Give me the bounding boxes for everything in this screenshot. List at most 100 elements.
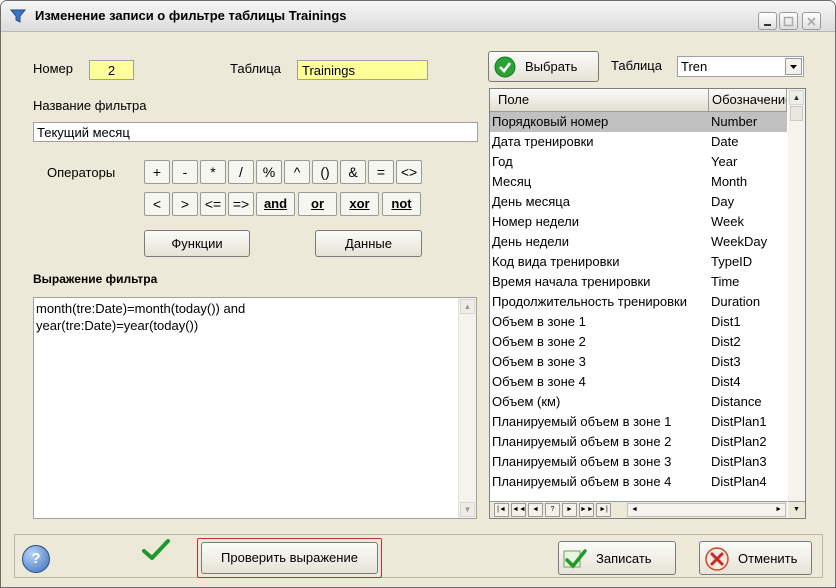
dropdown-arrow-button[interactable] [785, 58, 802, 75]
window-title: Изменение записи о фильтре таблицы Train… [35, 8, 347, 23]
navigator-button[interactable]: |◄ [494, 503, 509, 517]
table-row[interactable]: Планируемый объем в зоне 3 DistPlan3 [490, 452, 787, 472]
table-row[interactable]: День недели WeekDay [490, 232, 787, 252]
operator-button[interactable]: * [200, 160, 226, 184]
table-row[interactable]: Продолжительность тренировки Duration [490, 292, 787, 312]
table-field[interactable]: Trainings [297, 60, 428, 80]
expression-textarea[interactable]: month(tre:Date)=month(today()) and year(… [33, 297, 477, 519]
grid-scroll-up-arrow[interactable]: ▲ [789, 90, 804, 105]
data-button[interactable]: Данные [315, 230, 422, 257]
grid-scroll-down-arrow[interactable]: ▼ [788, 501, 805, 518]
operator-button[interactable]: + [144, 160, 170, 184]
table-row[interactable]: Планируемый объем в зоне 2 DistPlan2 [490, 432, 787, 452]
field-code-cell: DistPlan4 [711, 474, 767, 489]
navigator-button[interactable]: ◄◄ [511, 503, 526, 517]
navigator-button[interactable]: ► [562, 503, 577, 517]
scroll-right-arrow[interactable]: ► [775, 504, 782, 516]
navigator-button[interactable]: ◄ [528, 503, 543, 517]
field-code-cell: Week [711, 214, 744, 229]
table-row[interactable]: День месяца Day [490, 192, 787, 212]
table-row[interactable]: Номер недели Week [490, 212, 787, 232]
operator-button[interactable]: and [256, 192, 295, 216]
table-row[interactable]: Месяц Month [490, 172, 787, 192]
operator-button[interactable]: <> [396, 160, 422, 184]
operator-button[interactable]: % [256, 160, 282, 184]
column-header-field[interactable]: Поле [490, 89, 709, 111]
maximize-icon [783, 16, 794, 27]
field-code-cell: Year [711, 154, 738, 169]
table-row[interactable]: Дата тренировки Date [490, 132, 787, 152]
operator-button[interactable]: ^ [284, 160, 310, 184]
minimize-button[interactable] [758, 12, 777, 30]
grid-header: Поле Обозначение [490, 89, 787, 112]
filter-name-input[interactable]: Текущий месяц [33, 122, 478, 142]
grid-vertical-scrollbar[interactable]: ▲ [788, 89, 805, 501]
navigator-button[interactable]: ►| [596, 503, 611, 517]
maximize-button[interactable] [779, 12, 798, 30]
filter-icon [10, 9, 26, 23]
table-row[interactable]: Время начала тренировки Time [490, 272, 787, 292]
expression-line-1: month(tre:Date)=month(today()) and [36, 301, 246, 316]
operator-button[interactable]: / [228, 160, 254, 184]
table-row[interactable]: Планируемый объем в зоне 4 DistPlan4 [490, 472, 787, 492]
navigator-button[interactable]: ►► [579, 503, 594, 517]
table-row[interactable]: Объем в зоне 2 Dist2 [490, 332, 787, 352]
save-button-label: Записать [596, 551, 652, 566]
field-name-cell: Объем в зоне 4 [492, 374, 586, 389]
field-name-cell: Код вида тренировки [492, 254, 620, 269]
help-icon[interactable]: ? [22, 545, 50, 573]
table-row[interactable]: Планируемый объем в зоне 1 DistPlan1 [490, 412, 787, 432]
operator-button[interactable]: - [172, 160, 198, 184]
field-name-cell: Порядковый номер [492, 114, 609, 129]
field-code-cell: TypeID [711, 254, 753, 269]
table-row[interactable]: Объем в зоне 3 Dist3 [490, 352, 787, 372]
field-name-cell: Месяц [492, 174, 532, 189]
scroll-up-arrow[interactable]: ▲ [460, 299, 475, 314]
check-expression-button[interactable]: Проверить выражение [201, 542, 378, 574]
field-code-cell: WeekDay [711, 234, 768, 249]
column-header-designation[interactable]: Обозначение [709, 89, 787, 111]
table-row[interactable]: Объем в зоне 4 Dist4 [490, 372, 787, 392]
table-row[interactable]: Объем (км) Distance [490, 392, 787, 412]
navigator-button[interactable]: ? [545, 503, 560, 517]
close-button[interactable] [802, 12, 821, 30]
table-dropdown[interactable]: Tren [677, 56, 804, 77]
field-name-cell: Объем в зоне 1 [492, 314, 586, 329]
field-name-cell: Объем в зоне 3 [492, 354, 586, 369]
operator-button[interactable]: & [340, 160, 366, 184]
field-name-cell: День месяца [492, 194, 570, 209]
operator-button[interactable]: not [382, 192, 421, 216]
expression-line-2: year(tre:Date)=year(today()) [36, 318, 199, 333]
field-code-cell: Day [711, 194, 735, 209]
cancel-button[interactable]: Отменить [699, 541, 812, 575]
table-row[interactable]: Порядковый номер Number [490, 112, 787, 132]
number-label: Номер [33, 61, 74, 76]
operator-button[interactable]: () [312, 160, 338, 184]
scroll-left-arrow[interactable]: ◄ [631, 504, 638, 516]
functions-button[interactable]: Функции [144, 230, 250, 257]
minimize-icon [764, 24, 771, 26]
operator-button[interactable]: < [144, 192, 170, 216]
scroll-down-arrow[interactable]: ▼ [460, 502, 475, 517]
field-code-cell: Dist4 [711, 374, 741, 389]
field-code-cell: DistPlan3 [711, 454, 767, 469]
operator-button[interactable]: or [298, 192, 337, 216]
number-field[interactable]: 2 [89, 60, 134, 80]
save-button[interactable]: Записать [558, 541, 676, 575]
operator-button[interactable]: <= [200, 192, 226, 216]
checkmark-circle-icon [494, 56, 516, 78]
operator-button[interactable]: > [172, 192, 198, 216]
operator-button[interactable]: = [368, 160, 394, 184]
operator-button[interactable]: => [228, 192, 254, 216]
field-name-cell: Продолжительность тренировки [492, 294, 687, 309]
table-row[interactable]: Год Year [490, 152, 787, 172]
grid-scroll-thumb[interactable] [790, 106, 803, 121]
table-row[interactable]: Код вида тренировки TypeID [490, 252, 787, 272]
operator-button[interactable]: xor [340, 192, 379, 216]
field-code-cell: Month [711, 174, 748, 189]
grid-horizontal-scrollbar[interactable]: ◄ ► [627, 503, 786, 517]
expression-scrollbar[interactable]: ▲ ▼ [458, 298, 476, 518]
select-button[interactable]: Выбрать [488, 51, 599, 82]
table-row[interactable]: Объем в зоне 1 Dist1 [490, 312, 787, 332]
save-checkmark-icon [563, 549, 587, 569]
